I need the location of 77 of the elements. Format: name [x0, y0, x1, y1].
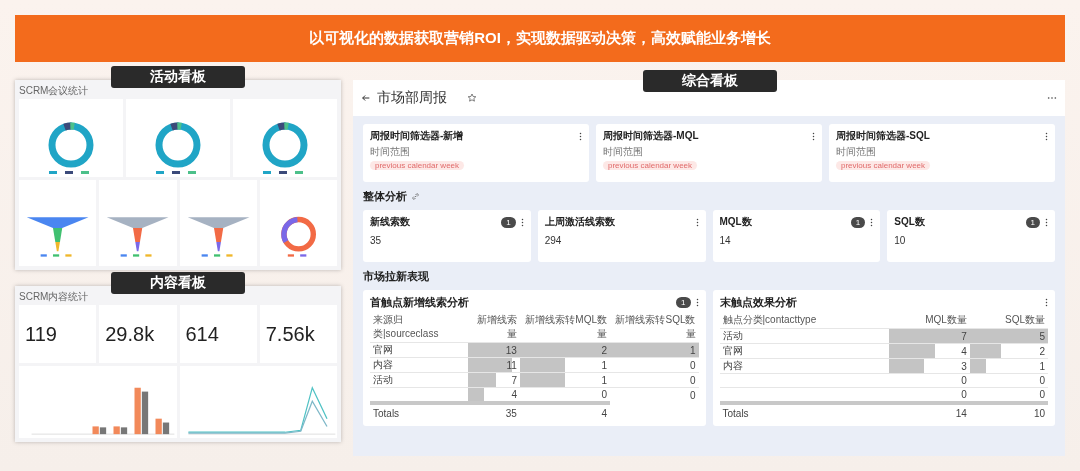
metric-value: 10	[894, 235, 907, 246]
table-cell: 0	[610, 357, 699, 373]
table-cell: 0	[519, 387, 611, 403]
table-cell: 3	[888, 358, 970, 374]
filter-title: 周报时间筛选器-新增	[370, 129, 465, 143]
column-header[interactable]: 触点分类|contacttype	[719, 312, 889, 329]
table-title: 末触点效果分析	[719, 295, 798, 310]
table-cell: 活动	[373, 374, 393, 385]
table-cell: 14	[888, 403, 970, 421]
column-header[interactable]: 新增线索转MQL数量	[519, 312, 611, 343]
field-label: 时间范围	[370, 145, 411, 159]
table-cell: Totals	[719, 403, 889, 421]
filter-badge[interactable]: 1	[1025, 216, 1040, 228]
table-cell: 0	[969, 387, 1048, 403]
board-label: 综合看板	[643, 70, 777, 92]
dashboard-title: SCRM会议统计	[19, 84, 89, 98]
table-cell: 内容	[373, 359, 393, 370]
column-header[interactable]: 来源归类|sourceclass	[370, 312, 469, 343]
filter-badge[interactable]: 1	[501, 216, 516, 228]
table-cell: 11	[468, 357, 520, 373]
table-cell: 7	[468, 372, 520, 388]
table-cell: 0	[610, 372, 699, 388]
column-header[interactable]: 新增线索转SQL数量	[610, 312, 699, 343]
field-label: 时间范围	[603, 145, 644, 159]
banner-title: 以可视化的数据获取营销ROI，实现数据驱动决策，高效赋能业务增长	[309, 29, 771, 48]
star-icon[interactable]	[467, 93, 477, 103]
more-icon[interactable]	[1047, 96, 1057, 100]
report-title: 市场部周报	[377, 89, 447, 107]
metric-label: MQL数	[719, 215, 753, 229]
stat-value: 29.8k	[105, 322, 155, 346]
table-cell: 1	[519, 357, 611, 373]
table-cell: 0	[610, 387, 699, 403]
table-cell: 1	[610, 342, 699, 358]
table-cell: 0	[888, 387, 970, 403]
table-cell: 2	[519, 342, 611, 358]
table-cell: 官网	[722, 345, 743, 356]
metric-label: 新线索数	[370, 215, 411, 229]
table-cell: 35	[468, 403, 520, 421]
table-cell: 5	[969, 328, 1048, 344]
table-cell: 内容	[722, 360, 743, 371]
section-heading: 市场拉新表现	[363, 268, 429, 284]
field-label: 时间范围	[836, 145, 877, 159]
metric-value: 14	[719, 235, 732, 246]
board-label: 内容看板	[111, 272, 245, 294]
filter-title: 周报时间筛选器-SQL	[836, 129, 931, 143]
stat-value: 119	[25, 322, 57, 346]
table-cell: 7	[888, 328, 970, 344]
table-cell: 1	[969, 358, 1048, 374]
column-header[interactable]: MQL数量	[888, 312, 970, 329]
table-cell: 4	[519, 403, 611, 421]
table-cell: 10	[969, 403, 1048, 421]
column-header[interactable]: 新增线索量	[468, 312, 520, 343]
table-cell: Totals	[370, 403, 469, 421]
board-label: 活动看板	[111, 66, 245, 88]
filter-badge[interactable]: 1	[676, 297, 691, 308]
table-title: 首触点新增线索分析	[370, 295, 470, 310]
table-cell: 13	[468, 342, 520, 358]
stat-value: 7.56k	[265, 322, 315, 346]
stat-value: 614	[185, 322, 219, 346]
table-cell: 活动	[722, 330, 743, 341]
dashboard-title: SCRM内容统计	[19, 290, 89, 304]
table-cell: 0	[888, 373, 970, 388]
metric-label: 上周激活线索数	[544, 215, 616, 229]
filter-badge[interactable]: 1	[850, 216, 866, 228]
table-cell: 0	[969, 373, 1048, 388]
table-cell: 官网	[373, 344, 393, 355]
back-arrow-icon[interactable]	[361, 93, 371, 103]
filter-title: 周报时间筛选器-MQL	[603, 129, 700, 143]
metric-value: 35	[370, 235, 383, 246]
table-cell: 1	[519, 372, 611, 388]
section-heading: 整体分析	[363, 188, 407, 204]
table-cell: 2	[969, 343, 1048, 359]
table-cell: 4	[888, 343, 970, 359]
column-header[interactable]: SQL数量	[969, 312, 1048, 329]
table-cell: 4	[468, 387, 520, 403]
metric-value: 294	[544, 235, 563, 246]
metric-label: SQL数	[894, 215, 926, 229]
